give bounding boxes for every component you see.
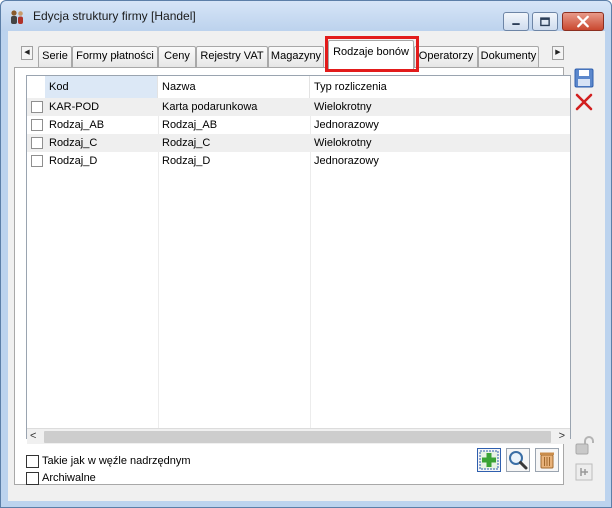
tab-magazyny[interactable]: Magazyny xyxy=(268,46,324,67)
row-checkbox[interactable] xyxy=(31,101,43,113)
add-button[interactable] xyxy=(477,448,501,472)
minimize-button[interactable] xyxy=(503,12,529,31)
lock-button[interactable] xyxy=(573,435,595,457)
cell-nazwa: Rodzaj_C xyxy=(162,137,211,149)
row-checkbox[interactable] xyxy=(31,137,43,149)
column-header-kod[interactable]: Kod xyxy=(45,76,158,98)
cell-typ: Jednorazowy xyxy=(314,119,379,131)
cell-kod: Rodzaj_D xyxy=(49,155,98,167)
cell-kod: Rodzaj_C xyxy=(49,137,98,149)
archived-checkbox[interactable] xyxy=(26,472,39,485)
scroll-left-icon[interactable]: < xyxy=(30,430,36,442)
triangle-left-icon: ◀ xyxy=(24,49,30,56)
people-icon xyxy=(11,10,23,24)
dialog-window: Edycja struktury firmy [Handel] ◀ Serie … xyxy=(0,0,612,508)
cell-nazwa: Karta podarunkowa xyxy=(162,101,258,113)
save-button[interactable] xyxy=(573,67,595,89)
tab-dokumenty[interactable]: Dokumenty xyxy=(478,46,539,67)
cancel-button[interactable] xyxy=(573,91,595,113)
table-row[interactable]: KAR-POD Karta podarunkowa Wielokrotny xyxy=(27,98,570,116)
tab-scroll-left-button[interactable]: ◀ xyxy=(21,46,33,60)
trash-icon xyxy=(540,452,554,469)
cell-kod: KAR-POD xyxy=(49,101,100,113)
cell-nazwa: Rodzaj_AB xyxy=(162,119,218,131)
title-bar[interactable]: Edycja struktury firmy [Handel] xyxy=(1,1,611,31)
column-header-typ-rozliczenia[interactable]: Typ rozliczenia xyxy=(310,76,570,98)
scroll-right-icon[interactable]: > xyxy=(559,430,565,442)
triangle-right-icon: ▶ xyxy=(555,49,561,56)
row-checkbox[interactable] xyxy=(31,155,43,167)
cell-typ: Wielokrotny xyxy=(314,101,372,113)
pin-button[interactable] xyxy=(573,461,595,483)
tab-ceny[interactable]: Ceny xyxy=(158,46,196,67)
vouchers-grid[interactable]: Kod Nazwa Typ rozliczenia KAR-POD Karta … xyxy=(26,75,571,444)
floppy-disk-icon xyxy=(574,68,594,88)
tab-rejestry-vat[interactable]: Rejestry VAT xyxy=(196,46,268,67)
table-row[interactable]: Rodzaj_AB Rodzaj_AB Jednorazowy xyxy=(27,116,570,134)
tab-serie[interactable]: Serie xyxy=(38,46,72,67)
archived-label: Archiwalne xyxy=(42,472,96,484)
table-row[interactable]: Rodzaj_D Rodzaj_D Jednorazowy xyxy=(27,152,570,170)
preview-button[interactable] xyxy=(506,448,530,472)
horizontal-scrollbar[interactable]: < > xyxy=(27,428,570,444)
plus-icon xyxy=(479,450,499,470)
close-button[interactable] xyxy=(562,12,604,31)
padlock-open-icon xyxy=(575,436,594,455)
same-as-parent-label: Takie jak w węźle nadrzędnym xyxy=(42,455,191,467)
scrollbar-thumb[interactable] xyxy=(44,431,551,443)
cell-typ: Wielokrotny xyxy=(314,137,372,149)
grid-header: Kod Nazwa Typ rozliczenia xyxy=(27,76,570,98)
pin-icon xyxy=(575,463,593,481)
maximize-button[interactable] xyxy=(532,12,558,31)
row-checkbox[interactable] xyxy=(31,119,43,131)
tab-operatorzy[interactable]: Operatorzy xyxy=(414,46,478,67)
column-header-nazwa[interactable]: Nazwa xyxy=(158,76,310,98)
window-title: Edycja struktury firmy [Handel] xyxy=(33,9,196,23)
tab-formy-platnosci[interactable]: Formy płatności xyxy=(72,46,158,67)
close-icon xyxy=(575,93,593,111)
table-row[interactable]: Rodzaj_C Rodzaj_C Wielokrotny xyxy=(27,134,570,152)
delete-button[interactable] xyxy=(535,448,559,472)
same-as-parent-checkbox[interactable] xyxy=(26,455,39,468)
cell-kod: Rodzaj_AB xyxy=(49,119,105,131)
tab-scroll-right-button[interactable]: ▶ xyxy=(552,46,564,60)
close-icon xyxy=(577,15,589,28)
magnifier-icon xyxy=(509,451,528,470)
cell-typ: Jednorazowy xyxy=(314,155,379,167)
maximize-icon xyxy=(540,17,550,27)
dialog-body: ◀ Serie Formy płatności Ceny Rejestry VA… xyxy=(8,31,605,501)
minimize-icon xyxy=(512,23,520,25)
cell-nazwa: Rodzaj_D xyxy=(162,155,211,167)
tab-rodzaje-bonow[interactable]: Rodzaje bonów xyxy=(328,40,414,70)
